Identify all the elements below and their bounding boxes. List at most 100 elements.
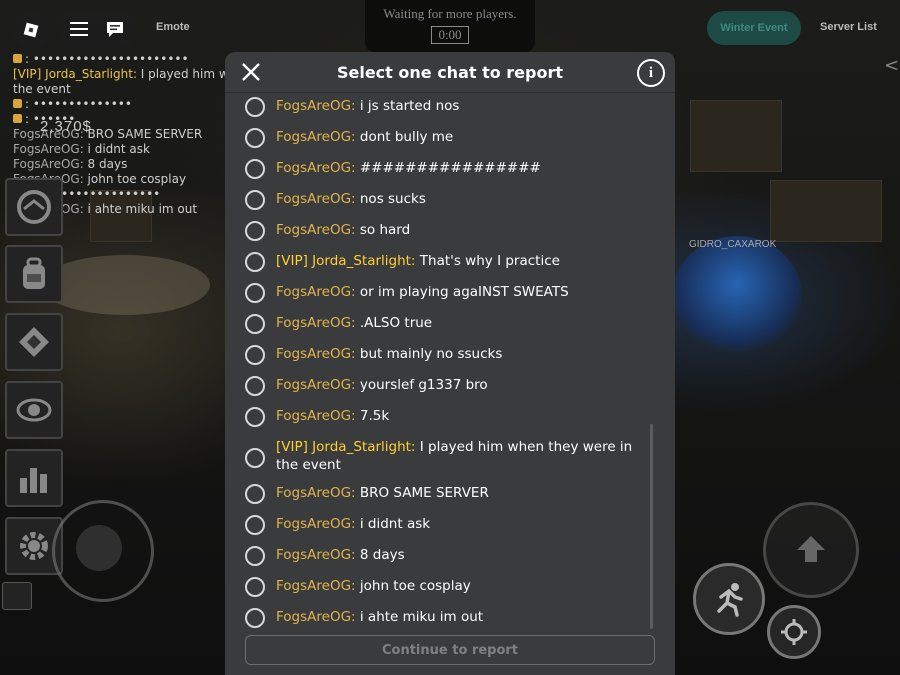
radio-button[interactable] [245, 283, 265, 303]
joystick-knob[interactable] [76, 525, 122, 571]
winter-event-button[interactable]: Winter Event [707, 11, 801, 45]
chat-line: the event [13, 82, 71, 96]
hamburger-menu-button[interactable] [59, 11, 99, 47]
radio-button[interactable] [245, 190, 265, 210]
chat-line: FogsAreOG: i didnt ask [13, 142, 150, 156]
sender-name: FogsAreOG: [276, 408, 356, 424]
crate [770, 180, 882, 242]
sender-name: FogsAreOG: [276, 129, 356, 145]
emotes-button[interactable] [5, 313, 63, 371]
chat-message-option[interactable]: FogsAreOG: dont bully me [225, 123, 675, 154]
chat-line: : •••••••••••••••••••••• [13, 52, 233, 67]
message-body: but mainly no ssucks [359, 346, 503, 362]
round-timer: 0:00 [431, 26, 469, 44]
chat-bubble-icon [107, 22, 123, 37]
chat-message-text: FogsAreOG: dont bully me [276, 128, 453, 146]
chat-message-text: FogsAreOG: john toe cosplay [276, 577, 471, 595]
continue-to-report-button[interactable]: Continue to report [245, 635, 655, 665]
radio-button[interactable] [245, 407, 265, 427]
camera-button[interactable] [2, 582, 32, 610]
sender-name: FogsAreOG: [276, 315, 356, 331]
radio-button[interactable] [245, 376, 265, 396]
message-body: i ahte miku im out [359, 609, 484, 625]
spectate-button[interactable] [5, 381, 63, 439]
radio-button[interactable] [245, 159, 265, 179]
radio-button[interactable] [245, 221, 265, 241]
radio-button[interactable] [245, 252, 265, 272]
map-button[interactable] [5, 178, 63, 236]
message-body: yourslef g1337 bro [359, 377, 488, 393]
sender-name: FogsAreOG: [276, 547, 356, 563]
chat-message-text: FogsAreOG: ################ [276, 159, 541, 177]
chat-message-option[interactable]: FogsAreOG: john toe cosplay [225, 572, 675, 603]
radio-button[interactable] [245, 577, 265, 597]
sender-name: [VIP] Jorda_Starlight: [276, 439, 416, 455]
scrollbar[interactable] [650, 424, 653, 629]
server-list-button[interactable]: Server List [820, 21, 877, 33]
message-body: dont bully me [359, 129, 454, 145]
sprint-button[interactable] [693, 563, 765, 635]
chat-message-option[interactable]: FogsAreOG: yourslef g1337 bro [225, 371, 675, 402]
chat-message-option[interactable]: FogsAreOG: 8 days [225, 541, 675, 572]
chat-message-option[interactable]: FogsAreOG: i js started nos [225, 92, 675, 123]
map-icon [17, 190, 51, 224]
message-body: john toe cosplay [359, 578, 471, 594]
chat-message-option[interactable]: [VIP] Jorda_Starlight: That's why I prac… [225, 247, 675, 278]
radio-button[interactable] [245, 448, 265, 468]
aim-button[interactable] [767, 605, 821, 659]
report-chat-dialog: Select one chat to report i FogsAreOG: i… [225, 52, 675, 675]
lock-icon [13, 54, 22, 63]
roblox-menu-button[interactable] [12, 11, 50, 49]
radio-button[interactable] [245, 608, 265, 628]
chat-message-list[interactable]: FogsAreOG: i js started nos FogsAreOG: do… [225, 92, 675, 634]
sender-name: [VIP] Jorda_Starlight: [276, 253, 416, 269]
sender-name: FogsAreOG: [276, 578, 356, 594]
chat-message-option[interactable]: FogsAreOG: i ahte miku im out [225, 603, 675, 634]
chat-message-option[interactable]: FogsAreOG: so hard [225, 216, 675, 247]
chat-message-option[interactable]: FogsAreOG: nos sucks [225, 185, 675, 216]
chat-message-text: FogsAreOG: i didnt ask [276, 515, 430, 533]
dialog-title: Select one chat to report [336, 63, 564, 82]
blue-dome-object [672, 236, 802, 356]
info-button[interactable]: i [637, 59, 665, 87]
chevron-left-icon[interactable]: < [884, 55, 899, 76]
emote-button[interactable]: Emote [156, 21, 190, 33]
chat-message-option[interactable]: FogsAreOG: or im playing agaINST SWEATS [225, 278, 675, 309]
radio-button[interactable] [245, 97, 265, 117]
player-nametag: GIDRO_CAXAROK [689, 239, 777, 250]
radio-button[interactable] [245, 515, 265, 535]
chat-message-option[interactable]: FogsAreOG: 7.5k [225, 402, 675, 433]
running-man-icon [717, 583, 743, 617]
chat-toggle-button[interactable] [95, 11, 135, 47]
radio-button[interactable] [245, 345, 265, 365]
sender-name: FogsAreOG: [276, 284, 356, 300]
sender-name: FogsAreOG: [276, 191, 356, 207]
chat-message-option[interactable]: FogsAreOG: .ALSO true [225, 309, 675, 340]
sender-name: FogsAreOG: [276, 485, 356, 501]
diamond-icon [19, 327, 49, 357]
chat-message-option[interactable]: FogsAreOG: BRO SAME SERVER [225, 479, 675, 510]
radio-button[interactable] [245, 314, 265, 334]
chat-message-option[interactable]: FogsAreOG: ################ [225, 154, 675, 185]
radio-button[interactable] [245, 484, 265, 504]
chat-message-option[interactable]: [VIP] Jorda_Starlight: I played him when… [225, 433, 675, 479]
chat-message-option[interactable]: FogsAreOG: but mainly no ssucks [225, 340, 675, 371]
chat-message-text: FogsAreOG: i ahte miku im out [276, 608, 483, 626]
chat-message-option[interactable]: FogsAreOG: i didnt ask [225, 510, 675, 541]
rug [40, 255, 210, 315]
chat-message-text: FogsAreOG: 8 days [276, 546, 405, 564]
jump-button[interactable] [763, 502, 859, 598]
radio-button[interactable] [245, 546, 265, 566]
message-body: ################ [359, 160, 541, 176]
message-body: i didnt ask [359, 516, 431, 532]
message-body: or im playing agaINST SWEATS [359, 284, 569, 300]
message-body: 8 days [359, 547, 405, 563]
chat-message-text: FogsAreOG: BRO SAME SERVER [276, 484, 489, 502]
stats-button[interactable] [5, 449, 63, 507]
inventory-button[interactable] [5, 245, 63, 303]
radio-button[interactable] [245, 128, 265, 148]
chat-message-text: FogsAreOG: nos sucks [276, 190, 426, 208]
sender-name: FogsAreOG: [276, 98, 356, 114]
chat-message-text: FogsAreOG: yourslef g1337 bro [276, 376, 488, 394]
chat-message-text: [VIP] Jorda_Starlight: That's why I prac… [276, 252, 560, 270]
